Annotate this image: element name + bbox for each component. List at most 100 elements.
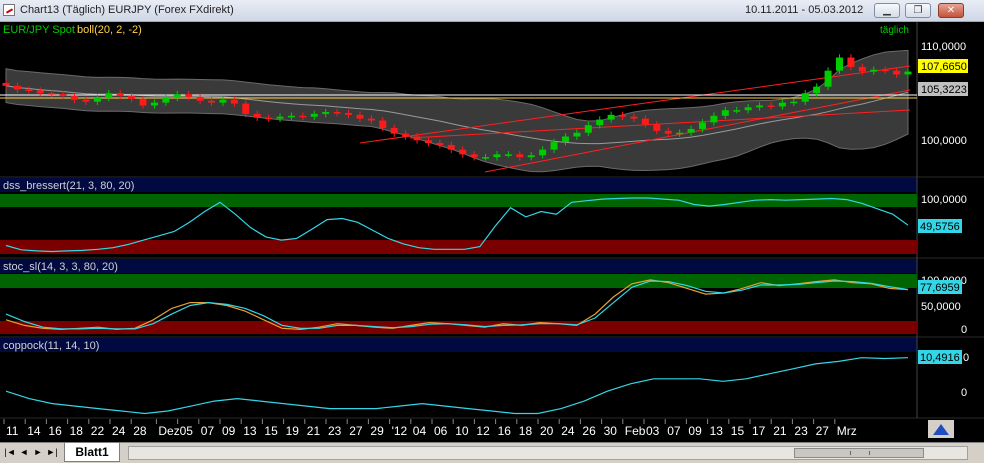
x-axis-label: 14 [27,424,41,438]
x-axis-label: 04 [413,424,427,438]
candle [459,149,467,155]
restore-button[interactable]: ❐ [905,3,931,18]
candle [664,130,672,134]
candle [2,82,10,86]
candle [150,102,158,106]
x-axis-label: '12 [392,424,408,438]
candle [824,70,832,87]
x-axis-label: 24 [561,424,575,438]
x-axis-label: 21 [773,424,787,438]
x-axis-label: 06 [434,424,448,438]
x-axis-label: 09 [688,424,702,438]
candle [835,57,843,71]
axis-tool-icon[interactable] [928,420,954,438]
candle [139,98,147,106]
candle [527,155,535,158]
candle [619,114,627,117]
price-tick-110: 110,0000 [921,41,966,53]
x-axis-label: 28 [133,424,147,438]
interval-label: täglich [880,25,909,36]
candle [299,115,307,118]
sheet-tab-blatt1[interactable]: Blatt1 [64,443,120,462]
candle [402,133,410,137]
candle [756,105,764,108]
candle [379,120,387,129]
candle [573,132,581,137]
candle [82,99,90,102]
x-axis-label: 18 [70,424,84,438]
candle [584,125,592,133]
coppock-value: 10,4916 [920,352,960,364]
candle [105,93,113,98]
x-axis-label: Dez [158,424,179,438]
horizontal-scrollbar[interactable] [128,446,968,460]
candle [733,110,741,112]
candle [630,116,638,119]
x-axis-label: 10 [455,424,469,438]
x-axis-label: 18 [519,424,533,438]
candle [813,86,821,94]
scrollbar-thumb[interactable] [794,448,924,458]
x-axis-label: 15 [264,424,278,438]
x-axis-label: 27 [816,424,830,438]
close-button[interactable]: ✕ [938,3,964,18]
candle [128,96,136,99]
x-axis-label: Mrz [837,424,857,438]
x-axis-label: 13 [243,424,257,438]
stoc-value: 77,6959 [920,282,960,294]
candle [116,93,124,97]
x-axis-label: 11 [6,424,19,438]
x-axis-label: 27 [349,424,363,438]
price-indicator-label: boll(20, 2, -2) [77,24,142,36]
price-tick-100: 100,0000 [921,135,967,147]
candle [721,110,729,116]
x-axis-label: 07 [667,424,681,438]
candle [858,66,866,72]
mid-band-value: 105,3223 [921,84,967,96]
candle [596,119,604,126]
price-symbol-label: EUR/JPY Spot [3,24,75,36]
prev-sheet-icon[interactable]: ◄ [18,446,30,459]
x-axis-label: 09 [222,424,236,438]
candle [390,128,398,134]
candle [219,99,227,103]
candle [287,115,295,118]
candle [173,94,181,98]
candle [48,93,56,95]
first-sheet-icon[interactable]: |◄ [4,446,16,459]
chart-app-icon [3,4,15,16]
next-sheet-icon[interactable]: ► [32,446,44,459]
x-axis-label: 23 [794,424,808,438]
sheet-tab-bar: |◄ ◄ ► ►| Blatt1 [0,442,984,463]
candle [778,102,786,107]
x-axis-label: 21 [307,424,321,438]
chart-area[interactable]: EUR/JPY Spot boll(20, 2, -2) täglich dss… [0,22,984,442]
candle [367,118,375,121]
candle [310,113,318,117]
last-price-value: 107,6650 [921,61,967,73]
x-axis-label: 15 [731,424,745,438]
candle [550,142,558,150]
candle [904,71,912,75]
dss-value: 49,5756 [920,221,960,233]
candle [13,85,21,90]
candle [253,113,261,118]
candle [208,100,216,103]
candle [767,105,775,107]
x-axis-label: 26 [582,424,596,438]
x-axis-label: 12 [476,424,490,438]
stoc-tick-50: 50,0000 [921,301,961,313]
candle [641,118,649,125]
coppock-tick-0: 0 [961,387,967,399]
last-sheet-icon[interactable]: ►| [46,446,58,459]
candle [345,112,353,115]
candle [276,116,284,119]
candle [59,94,67,97]
x-axis-label: 30 [604,424,618,438]
x-axis-label: 23 [328,424,342,438]
minimize-button[interactable]: ▁ [874,3,900,18]
candle [230,99,238,104]
dss-tick-100: 100,0000 [921,194,967,206]
candle [539,149,547,156]
candle [790,101,798,104]
